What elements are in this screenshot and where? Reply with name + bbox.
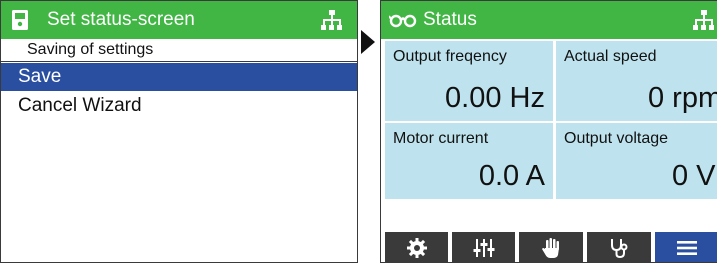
menu-item-cancel-wizard[interactable]: Cancel Wizard — [1, 92, 357, 120]
left-title-bar: Set status-screen — [1, 1, 357, 39]
right-title-bar: Status — [381, 1, 717, 39]
tile-motor-current[interactable]: Motor current 0.0 A — [385, 123, 553, 199]
menu-icon — [676, 241, 697, 255]
gear-icon — [406, 238, 427, 258]
set-status-screen-panel: Set status-screen Saving of settings Sav… — [0, 0, 358, 263]
tile-actual-speed[interactable]: Actual speed 0 rpm — [556, 41, 717, 121]
tile-value: 0 V — [672, 160, 716, 192]
right-screen-title: Status — [423, 9, 477, 30]
tab-menu[interactable] — [655, 232, 717, 262]
hand-icon — [542, 238, 559, 258]
tab-manual-control[interactable] — [519, 232, 583, 262]
tile-value: 0 rpm — [648, 82, 717, 114]
left-screen-title: Set status-screen — [47, 9, 195, 30]
tree-icon — [693, 10, 714, 30]
tree-icon — [321, 10, 342, 30]
tile-label: Output voltage — [564, 130, 669, 147]
tile-label: Motor current — [393, 130, 489, 147]
transition-arrow-icon — [361, 30, 375, 54]
tile-value: 0.0 A — [478, 160, 545, 192]
stethoscope-icon — [611, 239, 628, 259]
tile-output-frequency[interactable]: Output freqency 0.00 Hz — [385, 41, 553, 121]
tile-output-voltage[interactable]: Output voltage 0 V — [556, 123, 717, 199]
tile-label: Actual speed — [564, 48, 657, 65]
tab-diagnostics[interactable] — [587, 232, 651, 262]
glasses-icon — [389, 14, 417, 28]
device-icon — [12, 10, 28, 30]
sliders-icon — [473, 239, 494, 257]
status-screen-panel: Status Output freqency 0.00 Hz Actual sp… — [380, 0, 717, 263]
tile-value: 0.00 Hz — [445, 82, 545, 114]
subtitle-saving-of-settings: Saving of settings — [1, 39, 357, 62]
tab-parameters[interactable] — [452, 232, 515, 262]
menu-item-save[interactable]: Save — [1, 63, 357, 91]
tab-settings[interactable] — [385, 232, 448, 262]
tile-label: Output freqency — [393, 48, 507, 65]
